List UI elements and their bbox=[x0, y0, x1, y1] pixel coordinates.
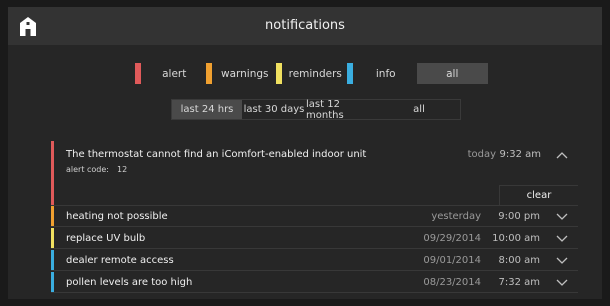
warnings-color-bar bbox=[205, 63, 212, 84]
time-filter-30days[interactable]: last 30 days bbox=[242, 100, 306, 119]
warnings-color-bar bbox=[51, 206, 54, 226]
notification-message: pollen levels are too high bbox=[66, 277, 193, 288]
filter-reminders[interactable]: reminders bbox=[276, 63, 347, 84]
notification-date: yesterday bbox=[431, 211, 481, 222]
filter-warnings[interactable]: warnings bbox=[205, 63, 276, 84]
notification-row[interactable]: dealer remote access 09/01/2014 8:00 am bbox=[51, 250, 578, 271]
notification-date: 09/29/2014 bbox=[423, 233, 481, 244]
time-filter-all[interactable]: all bbox=[378, 100, 460, 119]
alert-code: alert code: 12 bbox=[66, 165, 127, 174]
notification-time: 8:00 am bbox=[498, 255, 540, 266]
chevron-down-icon[interactable] bbox=[556, 256, 568, 265]
time-filter-24hrs[interactable]: last 24 hrs bbox=[172, 100, 242, 119]
clear-button[interactable]: clear bbox=[499, 185, 578, 206]
notification-date: today bbox=[467, 149, 496, 160]
reminders-color-bar bbox=[276, 63, 282, 84]
notification-date: 08/23/2014 bbox=[423, 277, 481, 288]
notification-row[interactable]: replace UV bulb 09/29/2014 10:00 am bbox=[51, 228, 578, 249]
notification-row[interactable]: pollen levels are too high 08/23/2014 7:… bbox=[51, 272, 578, 293]
notification-time: 10:00 am bbox=[492, 233, 540, 244]
filter-label: warnings bbox=[220, 67, 269, 80]
notification-row[interactable]: heating not possible yesterday 9:00 pm bbox=[51, 206, 578, 227]
notification-time: 9:00 pm bbox=[498, 211, 540, 222]
notification-message: dealer remote access bbox=[66, 255, 174, 266]
time-filter-label: last 24 hrs bbox=[180, 104, 234, 115]
filter-all[interactable]: all bbox=[417, 63, 488, 84]
notification-time: 9:32 am bbox=[499, 149, 541, 160]
notification-message: replace UV bulb bbox=[66, 233, 146, 244]
alert-code-value: 12 bbox=[117, 165, 128, 174]
type-filter: alert warnings reminders info all bbox=[135, 63, 488, 84]
info-color-bar bbox=[51, 272, 54, 292]
filter-label: alert bbox=[162, 67, 187, 80]
chevron-down-icon[interactable] bbox=[556, 278, 568, 287]
alert-color-bar bbox=[51, 141, 54, 205]
info-color-bar bbox=[346, 63, 353, 84]
notification-date: 09/01/2014 bbox=[423, 255, 481, 266]
home-button[interactable] bbox=[12, 10, 44, 42]
home-icon bbox=[20, 16, 36, 36]
time-filter-label: last 30 days bbox=[243, 104, 305, 115]
alert-code-label: alert code: bbox=[66, 165, 110, 174]
chevron-down-icon[interactable] bbox=[556, 212, 568, 221]
time-filter-label: last 12 months bbox=[306, 98, 344, 121]
page-title: notifications bbox=[265, 18, 345, 33]
info-color-bar bbox=[51, 250, 54, 270]
notifications-screen: notifications alert warnings reminders i… bbox=[8, 7, 602, 299]
notification-message: heating not possible bbox=[66, 211, 168, 222]
reminders-color-bar bbox=[51, 228, 54, 248]
alert-color-bar bbox=[135, 63, 141, 84]
time-filter-label: all bbox=[413, 104, 425, 115]
chevron-up-icon[interactable] bbox=[556, 151, 568, 160]
filter-label: info bbox=[375, 67, 396, 80]
filter-info[interactable]: info bbox=[346, 63, 417, 84]
filter-label: reminders bbox=[288, 67, 342, 80]
notification-time: 7:32 am bbox=[498, 277, 540, 288]
chevron-down-icon[interactable] bbox=[556, 234, 568, 243]
header-bar: notifications bbox=[8, 7, 602, 45]
filter-alert[interactable]: alert bbox=[135, 63, 206, 84]
notification-row-expanded[interactable]: The thermostat cannot find an iComfort-e… bbox=[51, 141, 578, 206]
filter-label: all bbox=[446, 67, 459, 80]
time-filter-12months[interactable]: last 12 months bbox=[306, 98, 378, 121]
time-filter: last 24 hrs last 30 days last 12 months … bbox=[171, 98, 461, 121]
notification-message: The thermostat cannot find an iComfort-e… bbox=[66, 149, 367, 160]
